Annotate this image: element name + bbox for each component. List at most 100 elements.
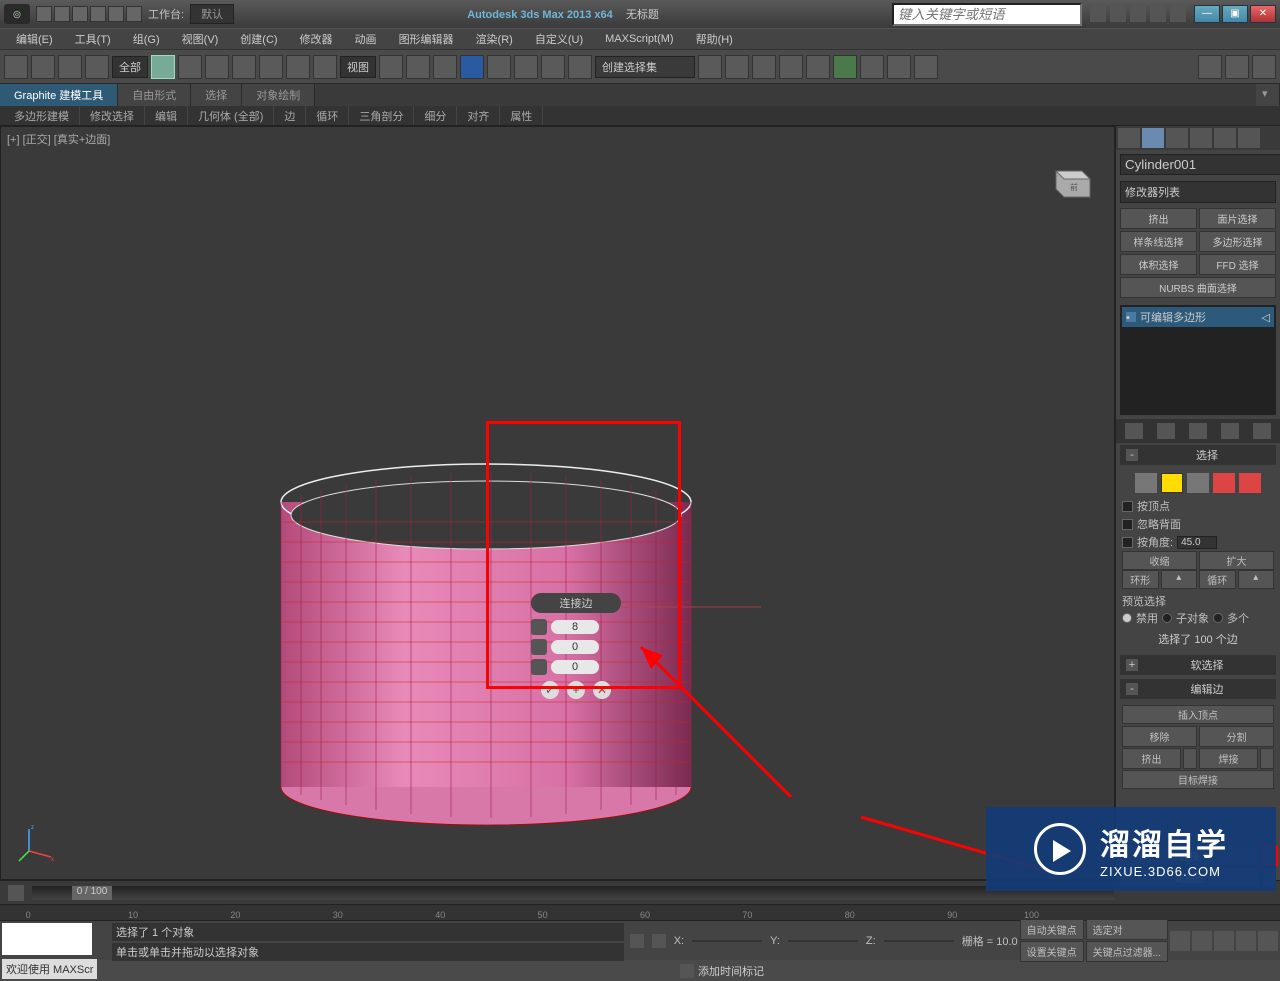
coord-x[interactable]	[692, 940, 762, 942]
angle-spinner[interactable]: 45.0	[1177, 536, 1217, 549]
select-name-button[interactable]	[178, 55, 202, 79]
window-crossing-button[interactable]	[232, 55, 256, 79]
lock2-icon[interactable]	[652, 934, 666, 948]
mini-trackview[interactable]	[2, 923, 92, 955]
menu-tools[interactable]: 工具(T)	[65, 31, 121, 47]
infocenter-icon[interactable]	[1090, 6, 1106, 22]
render-button[interactable]	[914, 55, 938, 79]
chk-byangle[interactable]	[1122, 537, 1133, 548]
align-button[interactable]	[725, 55, 749, 79]
angle-snap[interactable]	[487, 55, 511, 79]
grow-button[interactable]: 扩大	[1199, 551, 1274, 570]
mod-patchsel[interactable]: 面片选择	[1199, 208, 1276, 229]
goto-end[interactable]	[1258, 931, 1278, 951]
pivot-button[interactable]	[379, 55, 403, 79]
sr-props[interactable]: 属性	[500, 106, 543, 125]
weld-settings[interactable]	[1260, 748, 1274, 769]
rollout-selection[interactable]: -选择	[1120, 445, 1276, 465]
time-slider[interactable]: 0 / 100	[32, 886, 1114, 900]
loop-button[interactable]: 循环	[1199, 570, 1236, 589]
sr-edge[interactable]: 边	[274, 106, 306, 125]
tab-motion[interactable]	[1190, 128, 1212, 148]
radio-multi[interactable]	[1213, 613, 1223, 623]
menu-help[interactable]: 帮助(H)	[686, 31, 743, 47]
mod-ffdsel[interactable]: FFD 选择	[1199, 254, 1276, 275]
time-handle[interactable]: 0 / 100	[72, 886, 112, 900]
sr-edit[interactable]: 编辑	[145, 106, 188, 125]
target-weld-button[interactable]: 目标焊接	[1122, 770, 1274, 789]
material-editor-button[interactable]	[833, 55, 857, 79]
sr-modsel[interactable]: 修改选择	[80, 106, 145, 125]
curve-editor-button[interactable]	[779, 55, 803, 79]
loop-spin[interactable]: ▴	[1238, 570, 1275, 589]
pin-stack[interactable]	[1125, 423, 1143, 439]
menu-animation[interactable]: 动画	[345, 31, 387, 47]
redo-icon[interactable]	[108, 6, 124, 22]
subobj-vertex[interactable]	[1135, 473, 1157, 493]
autokey-button[interactable]: 自动关键点	[1020, 919, 1084, 940]
save-icon[interactable]	[72, 6, 88, 22]
move-button[interactable]	[259, 55, 283, 79]
subobj-poly[interactable]	[1213, 473, 1235, 493]
addtime-icon[interactable]	[680, 964, 694, 978]
prev-frame[interactable]	[1192, 931, 1212, 951]
play-button[interactable]	[1214, 931, 1234, 951]
sr-tri[interactable]: 三角剖分	[349, 106, 414, 125]
tab-create[interactable]	[1118, 128, 1140, 148]
rollout-softsel[interactable]: +软选择	[1120, 655, 1276, 675]
link-button[interactable]	[58, 55, 82, 79]
tab-modify[interactable]	[1142, 128, 1164, 148]
minimize-button[interactable]: —	[1194, 5, 1220, 23]
tab-hierarchy[interactable]	[1166, 128, 1188, 148]
select-button[interactable]	[151, 55, 175, 79]
menu-rendering[interactable]: 渲染(R)	[466, 31, 523, 47]
menu-group[interactable]: 组(G)	[123, 31, 170, 47]
ribbon-tab-selection[interactable]: 选择	[191, 84, 242, 106]
redo-button[interactable]	[31, 55, 55, 79]
sr-align[interactable]: 对齐	[457, 106, 500, 125]
teapot-icon[interactable]	[1198, 55, 1222, 79]
viewcube[interactable]: 前	[1044, 157, 1096, 205]
selfilt[interactable]: 选定对	[1086, 919, 1168, 940]
teapot2-icon[interactable]	[1225, 55, 1249, 79]
percent-snap[interactable]	[514, 55, 538, 79]
subobj-edge[interactable]	[1161, 473, 1183, 493]
mirror-button[interactable]	[698, 55, 722, 79]
chk-ignoreback[interactable]	[1122, 519, 1133, 530]
undo-button[interactable]	[4, 55, 28, 79]
lock-icon[interactable]	[630, 934, 644, 948]
ref-coord[interactable]: 视图	[340, 56, 376, 78]
rect-select-button[interactable]	[205, 55, 229, 79]
modifier-stack[interactable]: ▪ 可编辑多边形 ◁	[1120, 305, 1276, 415]
menu-edit[interactable]: 编辑(E)	[6, 31, 63, 47]
render-frame-button[interactable]	[887, 55, 911, 79]
mod-extrude[interactable]: 挤出	[1120, 208, 1197, 229]
link-icon[interactable]	[126, 6, 142, 22]
addtime-area[interactable]: 添加时间标记	[680, 963, 764, 979]
coord-z[interactable]	[884, 940, 954, 942]
close-button[interactable]: ✕	[1250, 5, 1276, 23]
schematic-button[interactable]	[806, 55, 830, 79]
spinner-snap[interactable]	[541, 55, 565, 79]
snap-toggle[interactable]	[460, 55, 484, 79]
menu-views[interactable]: 视图(V)	[172, 31, 229, 47]
make-unique[interactable]	[1189, 423, 1207, 439]
help-search[interactable]	[892, 3, 1082, 26]
weld-button[interactable]: 焊接	[1199, 748, 1258, 769]
radio-subobj[interactable]	[1162, 613, 1172, 623]
keyboard-button[interactable]	[433, 55, 457, 79]
sr-polymodel[interactable]: 多边形建模	[4, 106, 80, 125]
subobj-border[interactable]	[1187, 473, 1209, 493]
timeline-key-icon[interactable]	[8, 885, 24, 901]
goto-start[interactable]	[1170, 931, 1190, 951]
sr-geom[interactable]: 几何体 (全部)	[188, 106, 274, 125]
modifier-list[interactable]: 修改器列表	[1120, 181, 1276, 203]
ribbon-tab-freeform[interactable]: 自由形式	[118, 84, 191, 106]
exchange-icon[interactable]	[1130, 6, 1146, 22]
sr-subdiv[interactable]: 细分	[414, 106, 457, 125]
remove-button[interactable]: 移除	[1122, 726, 1197, 747]
mod-polysel[interactable]: 多边形选择	[1199, 231, 1276, 252]
insert-vertex-button[interactable]: 插入顶点	[1122, 705, 1274, 724]
stack-editable-poly[interactable]: ▪ 可编辑多边形 ◁	[1122, 307, 1274, 327]
mod-nurbs[interactable]: NURBS 曲面选择	[1120, 277, 1276, 298]
